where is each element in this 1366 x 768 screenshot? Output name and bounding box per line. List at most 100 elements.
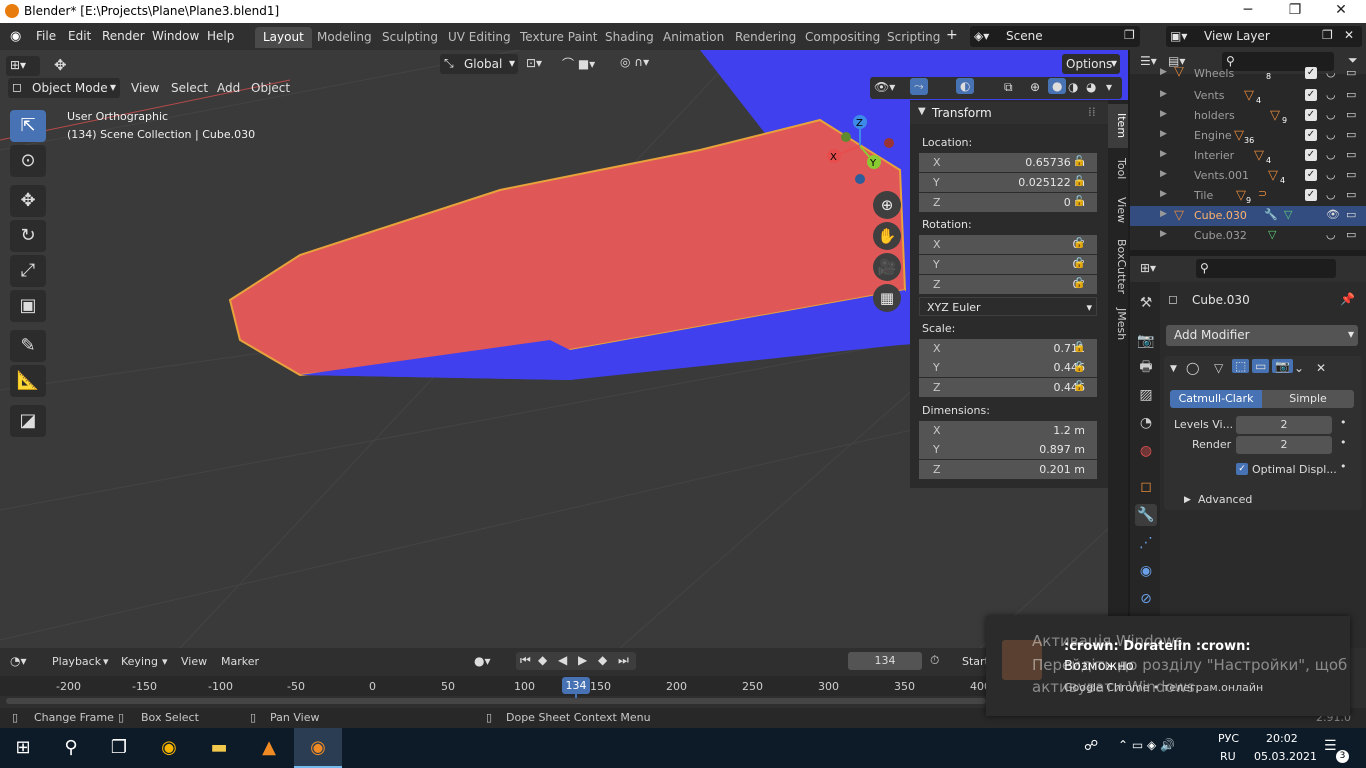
task-view-icon[interactable]: ❐ (96, 728, 142, 768)
outliner-row-holders[interactable]: ▶ ▽ holders 9 ✓ ◡ ▭ (1130, 106, 1366, 126)
file-explorer-icon[interactable]: ▬ (196, 728, 242, 768)
viewport-disable-icon[interactable]: ▭ (1346, 67, 1356, 79)
scene-selector[interactable]: ◈▾ Scene ❐ (970, 26, 1140, 47)
viewport-menu-select[interactable]: Select (171, 81, 208, 95)
render-toggle-icon[interactable]: 📷 (1272, 359, 1293, 373)
language-indicator[interactable]: РУС (1218, 732, 1239, 745)
blender-taskbar-icon[interactable]: ◉ (294, 728, 342, 768)
outliner-row-vents-001[interactable]: ▶ ▽ Vents.001 4 ✓ ◡ ▭ (1130, 166, 1366, 186)
filter-icon[interactable]: ⏷ (1348, 53, 1358, 68)
pin-icon[interactable]: 📌 (1340, 292, 1355, 306)
expand-arrow-icon[interactable]: ▶ (1160, 209, 1167, 219)
overlay-icon[interactable]: ◐ (956, 78, 975, 94)
tool-settings-tab-icon[interactable]: ⚒ (1135, 292, 1157, 314)
catmull-clark-button[interactable]: Catmull-Clark (1170, 390, 1262, 408)
world-tab-icon[interactable]: ◍ (1135, 440, 1157, 462)
exclude-checkbox[interactable]: ✓ (1305, 129, 1317, 141)
location-y-field[interactable]: Y 0.025122 m (919, 173, 1097, 192)
keyframe-dot-icon[interactable]: • (1340, 460, 1347, 473)
viewport-disable-icon[interactable]: ▭ (1346, 208, 1356, 221)
lock-icon[interactable]: 🔓 (1073, 176, 1087, 188)
dimensions-z-field[interactable]: Z 0.201 m (919, 460, 1097, 479)
lock-icon[interactable]: 🔓 (1073, 342, 1087, 354)
viewport-menu-add[interactable]: Add (217, 81, 240, 95)
levels-viewport-field[interactable]: 2 (1236, 416, 1332, 434)
exclude-checkbox[interactable]: ✓ (1305, 149, 1317, 161)
options-button[interactable]: Options ▾ (1062, 54, 1120, 74)
tab-uv-editing[interactable]: UV Editing (440, 27, 519, 48)
tray-icons[interactable]: ⌃ ▭ ◈ 🔊 (1118, 738, 1175, 752)
outliner-row-wheels[interactable]: ▶ ▽ Wheels 8 ✓ ◡ ▭ (1130, 67, 1366, 82)
tab-tool[interactable]: Tool (1108, 150, 1128, 188)
rendered-shading-icon[interactable]: ◕ (1086, 80, 1096, 94)
lock-icon[interactable]: 🔓 (1073, 362, 1087, 374)
tab-shading[interactable]: Shading (597, 27, 662, 48)
tab-item[interactable]: Item (1108, 104, 1128, 148)
view-layer-tab-icon[interactable]: ▨ (1135, 384, 1157, 406)
outliner-row-tile[interactable]: ▶ ▽ Tile 9 ⊃ ✓ ◡ ▭ (1130, 186, 1366, 206)
drag-handle-icon[interactable]: ⁞⁞ (1088, 105, 1096, 119)
expand-arrow-icon[interactable]: ▶ (1160, 189, 1167, 199)
outliner-row-cube-030[interactable]: ▶ ▽ Cube.030 🔧 ▽ 👁 ▭ (1130, 206, 1366, 226)
chevron-down-icon[interactable]: ⌄ (1294, 361, 1304, 375)
editor-type-icon[interactable]: ⊞▾ (1140, 261, 1156, 275)
expand-arrow-icon[interactable]: ▶ (1184, 495, 1191, 505)
search-icon[interactable]: ⚲ (48, 728, 94, 768)
viewport-disable-icon[interactable]: ▭ (1346, 168, 1356, 181)
timeline-view-menu[interactable]: View (181, 655, 207, 668)
viewport-disable-icon[interactable]: ▭ (1346, 188, 1356, 201)
windows-start-icon[interactable]: ⊞ (0, 728, 46, 768)
transform-tool-button[interactable]: ▣ (10, 290, 46, 322)
hide-icon[interactable]: ◡ (1326, 67, 1336, 79)
transform-panel-header[interactable]: ▼ Transform ⁞⁞ (910, 102, 1108, 124)
pivot-point-icon[interactable]: ⊡▾ (526, 56, 542, 70)
collapse-arrow-icon[interactable]: ▼ (1170, 364, 1177, 374)
wireframe-shading-icon[interactable]: ⊕ (1030, 80, 1040, 94)
modifier-tab-icon[interactable]: 🔧 (1135, 504, 1157, 526)
scale-x-field[interactable]: X 0.711 (919, 339, 1097, 358)
tab-rendering[interactable]: Rendering (727, 27, 804, 48)
viewport-menu-view[interactable]: View (131, 81, 159, 95)
output-tab-icon[interactable]: 🖶 (1135, 356, 1157, 378)
render-tab-icon[interactable]: 📷 (1135, 330, 1157, 352)
rotation-mode-dropdown[interactable]: XYZ Euler ▾ (919, 297, 1097, 316)
location-x-field[interactable]: X 0.65736 m (919, 153, 1097, 172)
rotation-z-field[interactable]: Z 0° (919, 275, 1097, 294)
tab-texture-paint[interactable]: Texture Paint (512, 27, 605, 48)
notification-center-icon[interactable]: ☰ (1324, 738, 1337, 754)
notification-toast[interactable]: Активація Windows Перейдіть до розділу "… (986, 616, 1350, 716)
tab-jmesh[interactable]: JMesh (1108, 302, 1128, 346)
tab-sculpting[interactable]: Sculpting (374, 27, 446, 48)
editor-type-icon[interactable]: ☰▾ (1140, 54, 1157, 68)
tab-animation[interactable]: Animation (655, 27, 732, 48)
xray-icon[interactable]: ⧉ (1004, 80, 1013, 95)
annotate-tool-button[interactable]: ✎ (10, 330, 46, 362)
vlc-icon[interactable]: ▲ (246, 728, 292, 768)
clock-date[interactable]: 05.03.2021 (1254, 750, 1317, 763)
timeline-scrollbar[interactable] (6, 698, 986, 704)
expand-arrow-icon[interactable]: ▶ (1160, 89, 1167, 99)
prev-keyframe-icon[interactable]: ◆ (538, 653, 547, 667)
menu-edit[interactable]: Edit (68, 29, 91, 43)
simple-button[interactable]: Simple (1262, 390, 1354, 408)
playhead[interactable]: 134 (562, 677, 590, 694)
auto-keying-icon[interactable]: ●▾ (474, 654, 491, 668)
outliner-row-engine[interactable]: ▶ ▽ Engine 36 ✓ ◡ ▭ (1130, 126, 1366, 146)
add-workspace-icon[interactable]: + (946, 27, 958, 43)
exclude-checkbox[interactable]: ✓ (1305, 109, 1317, 121)
dimensions-y-field[interactable]: Y 0.897 m (919, 440, 1097, 459)
keyframe-dot-icon[interactable]: • (1340, 436, 1347, 449)
stopwatch-icon[interactable]: ⏱ (930, 653, 939, 668)
clock-time[interactable]: 20:02 (1266, 732, 1298, 745)
new-scene-icon[interactable]: ❐ (1124, 28, 1135, 42)
editor-type-icon[interactable]: ◔▾ (10, 654, 27, 668)
orientation-selector[interactable]: ⤡ Global ▾ (440, 54, 518, 74)
hide-icon[interactable]: ◡ (1326, 228, 1336, 241)
chevron-down-icon[interactable]: ▾ (1106, 80, 1112, 94)
physics-tab-icon[interactable]: ◉ (1135, 560, 1157, 582)
pan-hand-icon[interactable]: ✋ (873, 222, 901, 250)
particles-tab-icon[interactable]: ⋰ (1135, 532, 1157, 554)
marker-menu[interactable]: Marker (221, 655, 259, 668)
transform-pivot-icon[interactable]: ✥ (54, 56, 67, 74)
hide-icon[interactable]: ◡ (1326, 168, 1336, 181)
